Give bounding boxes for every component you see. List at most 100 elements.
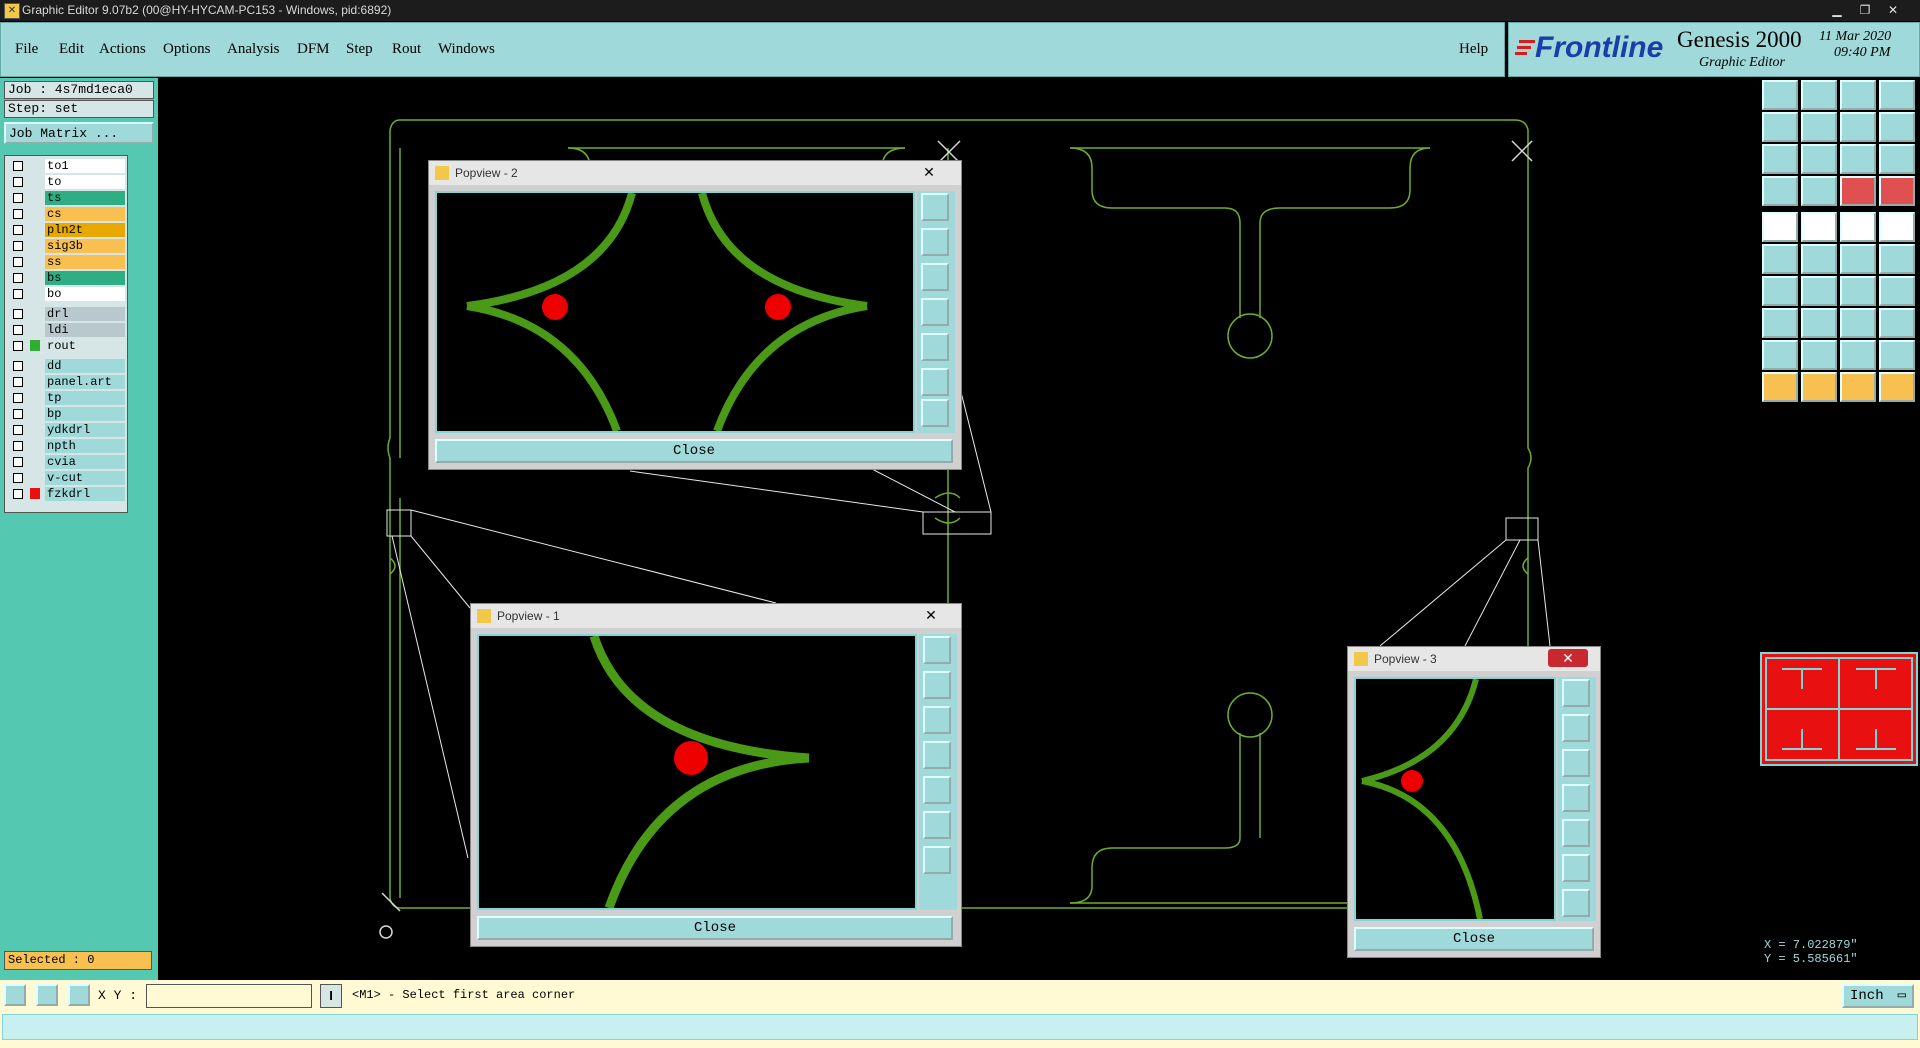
tool-button-r5-c2[interactable]: [1801, 212, 1837, 242]
layer-display-toggle[interactable]: [30, 340, 40, 351]
tool-button-r7-c3[interactable]: [1840, 276, 1876, 306]
layer-row-cs[interactable]: cs: [8, 207, 126, 221]
layer-row-rout[interactable]: rout: [8, 339, 126, 353]
layer-affected-checkbox[interactable]: [13, 257, 23, 267]
tool-button-r9-c3[interactable]: [1840, 340, 1876, 370]
tool-button-r2-c3[interactable]: [1840, 112, 1876, 142]
popview-2-close-button[interactable]: Close: [435, 439, 953, 463]
tool-button-r1-c4[interactable]: [1879, 80, 1915, 110]
layer-row-to1[interactable]: to1: [8, 159, 126, 173]
popview-3-tool-3[interactable]: [1562, 749, 1590, 777]
layer-affected-checkbox[interactable]: [13, 225, 23, 235]
close-window-button[interactable]: ✕: [1880, 2, 1906, 18]
popview-3-tool-2[interactable]: [1562, 714, 1590, 742]
tool-button-r2-c4[interactable]: [1879, 112, 1915, 142]
layer-display-toggle[interactable]: [30, 256, 40, 267]
popview-3-tool-5[interactable]: [1562, 819, 1590, 847]
menu-options[interactable]: Options: [163, 41, 211, 58]
units-select[interactable]: Inch ▭: [1842, 984, 1914, 1008]
layer-display-toggle[interactable]: [30, 192, 40, 203]
tool-button-r6-c4[interactable]: [1879, 244, 1915, 274]
tool-button-r10-c3[interactable]: [1840, 372, 1876, 402]
layer-row-dd[interactable]: dd: [8, 359, 126, 373]
popview-2-tool-5[interactable]: [921, 333, 949, 361]
menu-rout[interactable]: Rout: [392, 41, 421, 58]
layer-affected-checkbox[interactable]: [13, 273, 23, 283]
layer-affected-checkbox[interactable]: [13, 177, 23, 187]
tool-button-r9-c1[interactable]: [1762, 340, 1798, 370]
tool-button-r1-c3[interactable]: [1840, 80, 1876, 110]
tool-button-r1-c1[interactable]: [1762, 80, 1798, 110]
popview-3-tool-6[interactable]: [1562, 854, 1590, 882]
layer-affected-checkbox[interactable]: [13, 473, 23, 483]
layer-display-toggle[interactable]: [30, 288, 40, 299]
tool-button-r4-c4[interactable]: [1879, 176, 1915, 206]
tool-button-r6-c1[interactable]: [1762, 244, 1798, 274]
layer-affected-checkbox[interactable]: [13, 309, 23, 319]
menu-windows[interactable]: Windows: [438, 41, 495, 58]
layer-row-bs[interactable]: bs: [8, 271, 126, 285]
layer-display-toggle[interactable]: [30, 408, 40, 419]
popview-1-close-icon[interactable]: ✕: [911, 606, 951, 624]
layer-affected-checkbox[interactable]: [13, 161, 23, 171]
tool-button-r3-c3[interactable]: [1840, 144, 1876, 174]
menu-actions[interactable]: Actions: [99, 41, 146, 58]
layer-display-toggle[interactable]: [30, 456, 40, 467]
layer-display-toggle[interactable]: [30, 376, 40, 387]
layer-affected-checkbox[interactable]: [13, 409, 23, 419]
tool-button-r4-c1[interactable]: [1762, 176, 1798, 206]
layer-row-tp[interactable]: tp: [8, 391, 126, 405]
layer-affected-checkbox[interactable]: [13, 341, 23, 351]
tool-button-r8-c3[interactable]: [1840, 308, 1876, 338]
layer-affected-checkbox[interactable]: [13, 289, 23, 299]
restore-button[interactable]: ❐: [1852, 2, 1878, 18]
tool-button-r6-c3[interactable]: [1840, 244, 1876, 274]
layer-display-toggle[interactable]: [30, 160, 40, 171]
layer-display-toggle[interactable]: [30, 176, 40, 187]
popview-1-tool-3[interactable]: [923, 706, 951, 734]
layer-row-ts[interactable]: ts: [8, 191, 126, 205]
popview-1-tool-5[interactable]: [923, 776, 951, 804]
minimize-button[interactable]: ▁: [1824, 2, 1850, 18]
tool-button-r7-c2[interactable]: [1801, 276, 1837, 306]
layer-display-toggle[interactable]: [30, 224, 40, 235]
layer-display-toggle[interactable]: [30, 440, 40, 451]
tool-button-r10-c2[interactable]: [1801, 372, 1837, 402]
menu-help[interactable]: Help: [1459, 41, 1488, 58]
layer-row-pln2t[interactable]: pln2t: [8, 223, 126, 237]
measure-mode-icon[interactable]: [36, 984, 58, 1006]
popview-3-tool-7[interactable]: [1562, 889, 1590, 917]
tool-button-r3-c1[interactable]: [1762, 144, 1798, 174]
xy-input[interactable]: [146, 984, 312, 1008]
job-matrix-button[interactable]: Job Matrix ...: [4, 122, 154, 144]
tool-button-r9-c4[interactable]: [1879, 340, 1915, 370]
layer-affected-checkbox[interactable]: [13, 457, 23, 467]
tool-button-r2-c1[interactable]: [1762, 112, 1798, 142]
layer-display-toggle[interactable]: [30, 360, 40, 371]
tool-button-r5-c1[interactable]: [1762, 212, 1798, 242]
popview-3-canvas[interactable]: [1354, 677, 1556, 921]
popview-1-canvas[interactable]: [477, 634, 917, 910]
popview-3-close-button[interactable]: Close: [1354, 927, 1594, 951]
layer-row-to[interactable]: to: [8, 175, 126, 189]
layer-affected-checkbox[interactable]: [13, 361, 23, 371]
tool-button-r7-c4[interactable]: [1879, 276, 1915, 306]
tool-button-r8-c2[interactable]: [1801, 308, 1837, 338]
layer-row-npth[interactable]: npth: [8, 439, 126, 453]
layer-affected-checkbox[interactable]: [13, 325, 23, 335]
layer-affected-checkbox[interactable]: [13, 241, 23, 251]
tool-button-r1-c2[interactable]: [1801, 80, 1837, 110]
layer-row-v-cut[interactable]: v-cut: [8, 471, 126, 485]
menu-edit[interactable]: Edit: [59, 41, 84, 58]
layer-affected-checkbox[interactable]: [13, 377, 23, 387]
layer-display-toggle[interactable]: [30, 308, 40, 319]
layer-affected-checkbox[interactable]: [13, 193, 23, 203]
popview-2-canvas[interactable]: [435, 191, 915, 433]
tool-button-r8-c1[interactable]: [1762, 308, 1798, 338]
grid-mode-icon[interactable]: [68, 984, 90, 1006]
layer-affected-checkbox[interactable]: [13, 441, 23, 451]
tool-button-r10-c4[interactable]: [1879, 372, 1915, 402]
layer-row-bp[interactable]: bp: [8, 407, 126, 421]
popview-2-tool-1[interactable]: [921, 193, 949, 221]
layer-row-bo[interactable]: bo: [8, 287, 126, 301]
